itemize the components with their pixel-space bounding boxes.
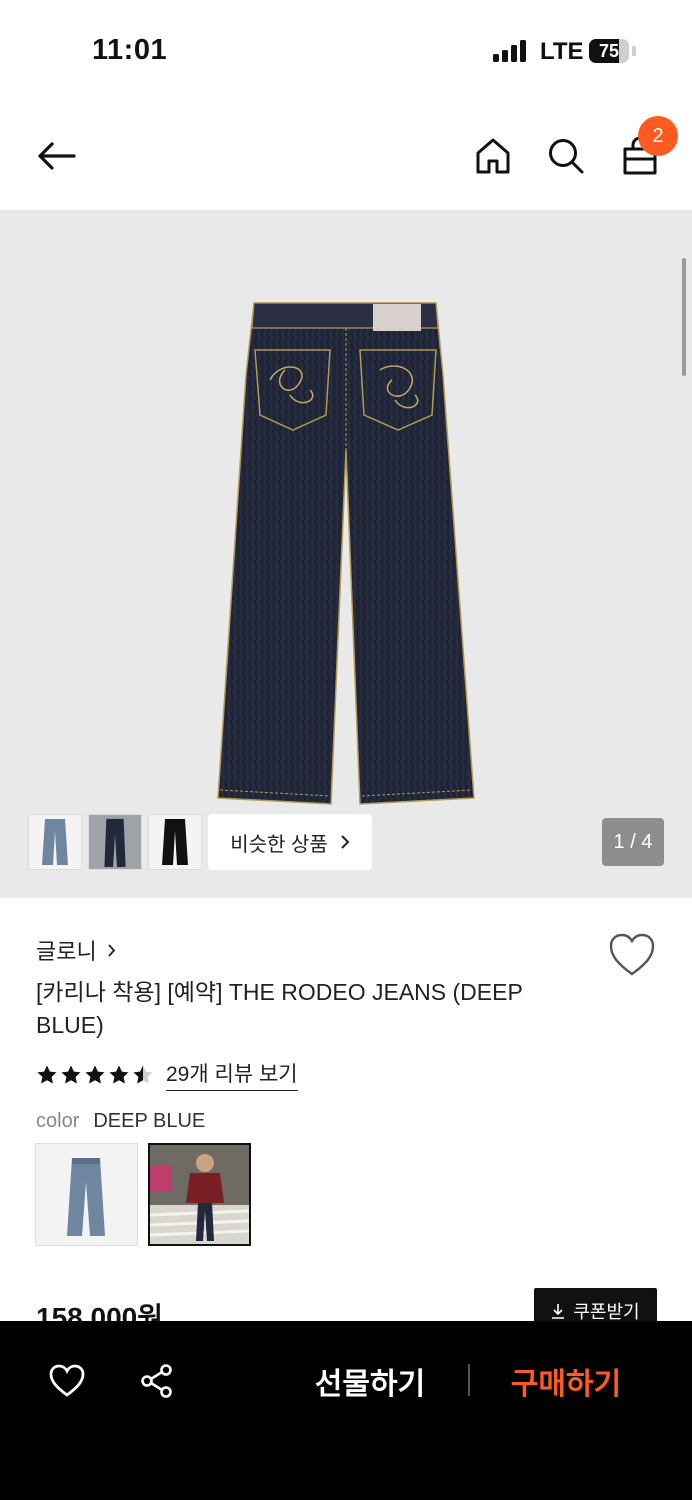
thumbnail-3[interactable] [148,814,202,870]
wishlist-button[interactable] [42,1356,92,1406]
status-time: 11:01 [92,34,168,66]
review-link[interactable]: 29개 리뷰 보기 [166,1058,298,1091]
thumbnail-image [89,815,141,869]
image-page-indicator: 1 / 4 [602,818,664,866]
star-icon [133,1065,153,1083]
signal-icon [493,40,526,62]
similar-products-button[interactable]: 비슷한 상품 [208,814,372,870]
swatch-image [36,1144,137,1245]
color-label: color [36,1110,80,1132]
product-title: [카리나 착용] [예약] THE RODEO JEANS (DEEP BLUE… [36,979,523,1038]
product-image [217,302,475,805]
thumbnail-2[interactable] [88,814,142,870]
wishlist-heart-icon[interactable] [608,932,656,978]
back-button[interactable] [28,128,84,184]
bottom-action-bar [0,1321,692,1500]
swatch-image [150,1145,249,1244]
search-icon [549,139,584,174]
share-icon [141,1364,172,1398]
top-nav-bar [0,100,692,210]
buy-button[interactable]: 구매하기 [496,1356,636,1406]
image-thumbnails [28,814,202,870]
bottom-bar-divider [468,1364,470,1396]
chevron-right-icon [341,835,350,849]
status-bar: 11:01 LTE 75 [0,0,692,100]
color-swatch-jeans[interactable] [35,1143,138,1246]
color-value: DEEP BLUE [93,1110,206,1132]
color-option-row: color DEEP BLUE [36,1110,205,1133]
thumbnail-image [162,819,188,865]
battery-level: 75 [598,41,620,61]
chevron-right-icon [108,943,115,957]
heart-icon [49,1364,85,1397]
gift-button[interactable]: 선물하기 [300,1356,440,1406]
battery-icon: 75 [589,39,629,63]
download-icon [552,1304,565,1319]
share-button[interactable] [132,1356,182,1406]
brand-name: 글로니 [36,939,97,964]
color-swatch-model[interactable] [148,1143,251,1246]
arrow-left-icon [38,142,76,170]
similar-products-label: 비슷한 상품 [230,833,328,856]
star-icon [37,1065,57,1083]
thumbnail-1[interactable] [28,814,82,870]
color-swatches [35,1143,251,1246]
network-type: LTE [540,38,584,65]
star-icon [109,1065,129,1083]
brand-link[interactable]: 글로니 [36,934,116,966]
rating-row: 29개 리뷰 보기 [36,1058,298,1091]
thumbnail-image [42,819,68,865]
product-image-gallery[interactable] [0,210,692,898]
star-icon [85,1065,105,1083]
scroll-indicator [682,258,686,376]
cart-count-badge: 2 [638,116,678,156]
search-button[interactable] [538,128,594,184]
home-icon [476,138,510,174]
star-icon [61,1065,81,1083]
star-rating [36,1064,154,1086]
home-button[interactable] [465,128,521,184]
